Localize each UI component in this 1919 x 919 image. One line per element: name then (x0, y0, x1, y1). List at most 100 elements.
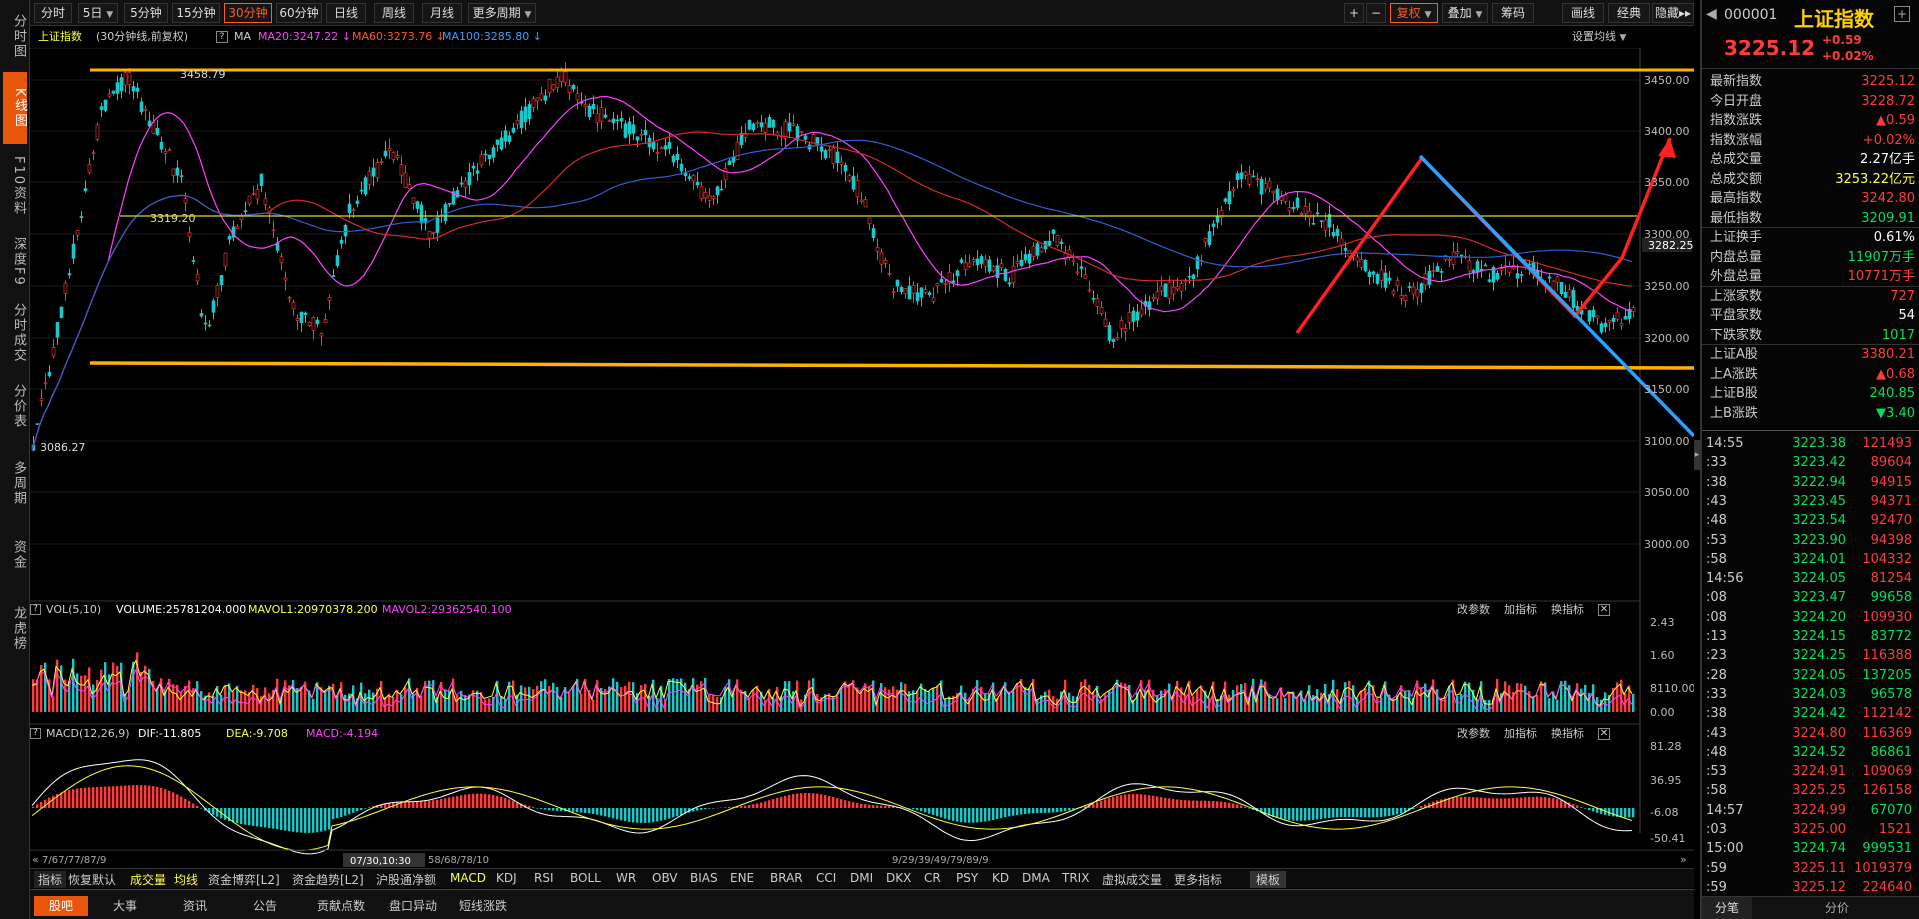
indicator-tab-26[interactable]: 模板 (1250, 871, 1287, 888)
tab-anomaly[interactable]: 盘口异动 (380, 896, 446, 916)
nav-kline[interactable]: K线图 (3, 72, 27, 144)
indicator-tab-7[interactable]: MACD (450, 871, 486, 885)
macd-bar (408, 801, 411, 808)
indicator-tab-4[interactable]: 资金博弈[L2] (208, 871, 280, 888)
indicator-tab-1[interactable]: 恢复默认 (68, 871, 116, 888)
kline-chart[interactable]: 3458.79 3319.20 3086.27 3450.00 3400.00 … (30, 48, 1694, 888)
zoom-in-button[interactable]: + (1344, 3, 1364, 23)
overlay-label: 叠加 (1447, 6, 1472, 20)
indicator-tab-12[interactable]: OBV (652, 871, 678, 885)
candle-body (363, 177, 368, 195)
macd-switch-indicator[interactable]: 换指标 (1551, 727, 1584, 740)
ma-settings-button[interactable]: 设置均线 ▼ (1572, 26, 1626, 49)
adjust-button[interactable]: 复权 ▼ (1390, 3, 1438, 23)
chips-button[interactable]: 筹码 (1492, 3, 1534, 23)
macd-bar (1536, 796, 1539, 808)
tab-price-dist[interactable]: 分价 (1812, 897, 1862, 919)
tick-time: :38 (1706, 706, 1727, 722)
scroll-right-icon[interactable]: » (1680, 853, 1687, 866)
indicator-tab-16[interactable]: CCI (816, 871, 836, 885)
support-line[interactable] (89, 361, 1694, 370)
chevron-down-icon: ▼ (106, 10, 114, 20)
period-daily[interactable]: 日线 (326, 3, 366, 23)
tab-events[interactable]: 大事 (100, 896, 150, 916)
macd-add-indicator[interactable]: 加指标 (1504, 727, 1537, 740)
period-5day[interactable]: 5日 ▼ (78, 3, 118, 23)
nav-ticks[interactable]: 分时成交 (4, 300, 26, 366)
tab-announcements[interactable]: 公告 (240, 896, 290, 916)
indicator-tab-18[interactable]: DKX (886, 871, 911, 885)
indicator-tab-15[interactable]: BRAR (770, 871, 803, 885)
candle-body (495, 139, 500, 145)
indicator-tab-25[interactable]: 更多指标 (1174, 871, 1222, 888)
indicator-tab-24[interactable]: 虚拟成交量 (1102, 871, 1162, 888)
indicator-tab-10[interactable]: BOLL (570, 871, 601, 885)
period-more[interactable]: 更多周期 ▼ (468, 3, 536, 23)
macd-bar (1168, 798, 1171, 808)
help-icon[interactable]: ? (216, 31, 228, 43)
help-icon[interactable]: ? (30, 728, 41, 739)
add-icon[interactable]: + (1894, 6, 1910, 22)
tick-row: :58 3224.01 104332 (1706, 550, 1916, 570)
vol-volume: VOLUME:25781204.000 (116, 603, 247, 616)
close-icon[interactable]: ✕ (1598, 604, 1610, 616)
tab-news[interactable]: 资讯 (170, 896, 220, 916)
macd-bar (1040, 808, 1043, 813)
draw-line-button[interactable]: 画线 (1562, 3, 1604, 23)
nav-multi-period[interactable]: 多周期 (4, 455, 26, 511)
tab-guba[interactable]: 股吧 (34, 896, 88, 916)
overlay-button[interactable]: 叠加 ▼ (1442, 3, 1488, 23)
period-weekly[interactable]: 周线 (374, 3, 414, 23)
period-5min[interactable]: 5分钟 (124, 3, 168, 23)
indicator-tab-11[interactable]: WR (616, 871, 636, 885)
scroll-left-icon[interactable]: « (32, 853, 39, 866)
nav-price-table[interactable]: 分价表 (4, 380, 26, 432)
close-icon[interactable]: ✕ (1598, 728, 1610, 740)
indicator-tab-14[interactable]: ENE (730, 871, 754, 885)
macd-bar (664, 808, 667, 820)
classic-button[interactable]: 经典 (1608, 3, 1650, 23)
period-monthly[interactable]: 月线 (422, 3, 462, 23)
tab-short-term[interactable]: 短线涨跌 (450, 896, 516, 916)
help-icon[interactable]: ? (30, 604, 41, 615)
indicator-tab-6[interactable]: 沪股通净额 (376, 871, 436, 888)
indicator-tab-5[interactable]: 资金趋势[L2] (292, 871, 364, 888)
macd-bar (1044, 808, 1047, 813)
indicator-tab-9[interactable]: RSI (534, 871, 554, 885)
macd-edit-params[interactable]: 改参数 (1457, 727, 1490, 740)
tab-contribution[interactable]: 贡献点数 (308, 896, 374, 916)
indicator-tab-20[interactable]: PSY (956, 871, 978, 885)
zoom-out-button[interactable]: − (1366, 3, 1386, 23)
candle-body (479, 154, 484, 166)
indicator-tab-19[interactable]: CR (924, 871, 941, 885)
vol-edit-params[interactable]: 改参数 (1457, 603, 1490, 616)
indicator-tab-2[interactable]: 成交量 (130, 871, 166, 888)
candle-body (1139, 308, 1144, 316)
indicator-tab-21[interactable]: KD (992, 871, 1009, 885)
period-15min[interactable]: 15分钟 (172, 3, 220, 23)
indicator-tab-22[interactable]: DMA (1022, 871, 1050, 885)
nav-timeshare[interactable]: 分时图 (4, 8, 26, 64)
indicator-tab-13[interactable]: BIAS (690, 871, 718, 885)
period-30min[interactable]: 30分钟 (224, 3, 272, 23)
nav-f10[interactable]: F10资料 (4, 155, 26, 217)
indicator-tab-17[interactable]: DMI (850, 871, 873, 885)
period-timeshare[interactable]: 分时 (34, 3, 72, 23)
nav-dragon-tiger[interactable]: 龙虎榜 (4, 600, 26, 656)
volume-bar (552, 682, 555, 712)
vol-switch-indicator[interactable]: 换指标 (1551, 603, 1584, 616)
candle-body (223, 252, 228, 267)
indicator-tab-23[interactable]: TRIX (1062, 871, 1089, 885)
svg-text:-6.08: -6.08 (1650, 806, 1678, 819)
hide-button[interactable]: 隐藏▸▸ (1652, 3, 1694, 23)
vol-add-indicator[interactable]: 加指标 (1504, 603, 1537, 616)
tab-ticks[interactable]: 分笔 (1702, 897, 1752, 919)
indicator-tab-3[interactable]: 均线 (174, 871, 198, 888)
prev-stock-icon[interactable]: ◀ (1706, 6, 1717, 22)
indicator-tab-0[interactable]: 指标 (34, 871, 67, 888)
indicator-tab-8[interactable]: KDJ (496, 871, 517, 885)
nav-capital[interactable]: 资金 (4, 535, 26, 575)
volume-bar (1036, 699, 1039, 712)
nav-depth[interactable]: 深度F9 (4, 232, 26, 292)
period-60min[interactable]: 60分钟 (276, 3, 322, 23)
